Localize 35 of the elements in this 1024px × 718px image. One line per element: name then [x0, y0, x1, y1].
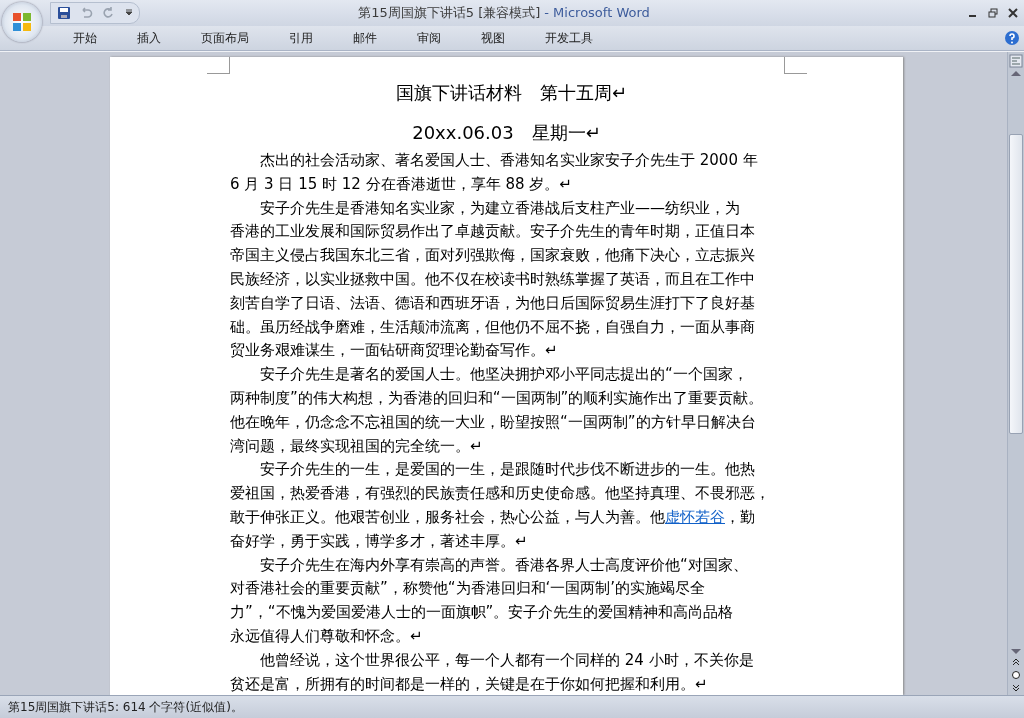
ribbon-tab[interactable]: 审阅 [404, 29, 454, 47]
document-date: 20xx.06.03 星期一↵ [411, 121, 602, 145]
scroll-up-arrow[interactable] [1011, 71, 1021, 76]
office-logo-icon [10, 10, 34, 34]
restore-icon[interactable] [988, 8, 998, 18]
ribbon-tab[interactable]: 邮件 [340, 29, 390, 47]
ribbon-tab[interactable]: 插入 [124, 29, 174, 47]
office-button[interactable] [2, 2, 42, 42]
ribbon-tab[interactable]: 开发工具 [532, 29, 606, 47]
help-icon[interactable] [1004, 30, 1020, 46]
next-page-icon[interactable] [1011, 683, 1021, 693]
customize-caret-icon[interactable] [125, 9, 133, 17]
hyperlink[interactable]: 虚怀若谷 [665, 507, 725, 526]
app-name: - Microsoft Word [544, 5, 650, 20]
save-icon[interactable] [57, 6, 71, 20]
paragraph: 他曾经说，这个世界很公平，每一个人都有一个同样的 24 小时，不关你是 贫还是富，所拥有的时间都是一样的，关键是在于你如何把握和利用。↵ [230, 649, 755, 695]
ribbon-tab[interactable]: 开始 [60, 29, 110, 47]
ruler-toggle-icon[interactable] [1009, 54, 1023, 68]
close-icon[interactable] [1008, 8, 1018, 18]
scrollbar-thumb[interactable] [1009, 134, 1023, 434]
browse-object-icon[interactable] [1011, 670, 1021, 680]
paragraph: 杰出的社会活动家、著名爱国人士、香港知名实业家安子介先生于 2000 年 6 月 3 日 15 时 12 分在香港逝世，享年 88 岁。↵ [230, 150, 759, 195]
window-title: 第15周国旗下讲话5 [兼容模式] [358, 5, 541, 20]
crop-mark [207, 57, 230, 74]
paragraph: 安子介先生是香港知名实业家，为建立香港战后支柱产业——纺织业，为 香港的工业发展和国际贸易作出了卓越贡献。安子介先生的青年时期，正值日本 帝国主义侵占我国东北三省，面对列强欺侮，国家衰败，他痛下决心，立志振兴 民族经济，以实业拯救中国。他不仅在校读书时熟练掌握了英语，而且在工作中 刻苦自学了日语、法语、德语和西班牙语，为他日后国际贸易生涯打下了良好基 础。虽历经战争磨难，生活颠沛流离，但他仍不屈不挠，自强自力，一面从事商 贸业务艰难谋生，一面钻研商贸理论勤奋写作。↵ [230, 197, 756, 362]
ribbon-tab[interactable]: 引用 [276, 29, 326, 47]
ribbon-tab[interactable]: 页面布局 [188, 29, 262, 47]
crop-mark [784, 57, 807, 74]
previous-page-icon[interactable] [1011, 657, 1021, 667]
ribbon-tab[interactable]: 视图 [468, 29, 518, 47]
status-text: 第15周国旗下讲话5: 614 个字符(近似值)。 [8, 698, 243, 716]
document-title: 国旗下讲话材料 第十五周↵ [394, 81, 629, 105]
paragraph: 安子介先生在海内外享有崇高的声誉。香港各界人士高度评价他“对国家、 对香港社会的重要贡献”，称赞他“为香港回归和‘一国两制’的实施竭尽全 力”，“不愧为爱国爱港人士的一面旗帜”。安子介先生的爱国精神和高尚品格 永远值得人们尊敬和怀念。↵ [230, 554, 749, 647]
paragraph: 安子介先生是著名的爱国人士。他坚决拥护邓小平同志提出的“一个国家， 两种制度”的伟大构想，为香港的回归和“一国两制”的顺利实施作出了重要贡献。 他在晚年，仍念念不忘祖国的统一大业，盼望按照“一国两制”的方针早日解决台 湾问题，最终实现祖国的完全统一。↵ [230, 364, 765, 457]
paragraph: 安子介先生的一生，是爱国的一生，是跟随时代步伐不断进步的一生。他热 爱祖国，热爱香港，有强烈的民族责任感和历史使命感。他坚持真理、不畏邪恶， 敢于伸张正义。他艰苦创业，服务社会，热心公益，与人为善。他虚怀若谷，勤 奋好学，勇于实践，博学多才，著述丰厚。↵ [230, 459, 771, 552]
